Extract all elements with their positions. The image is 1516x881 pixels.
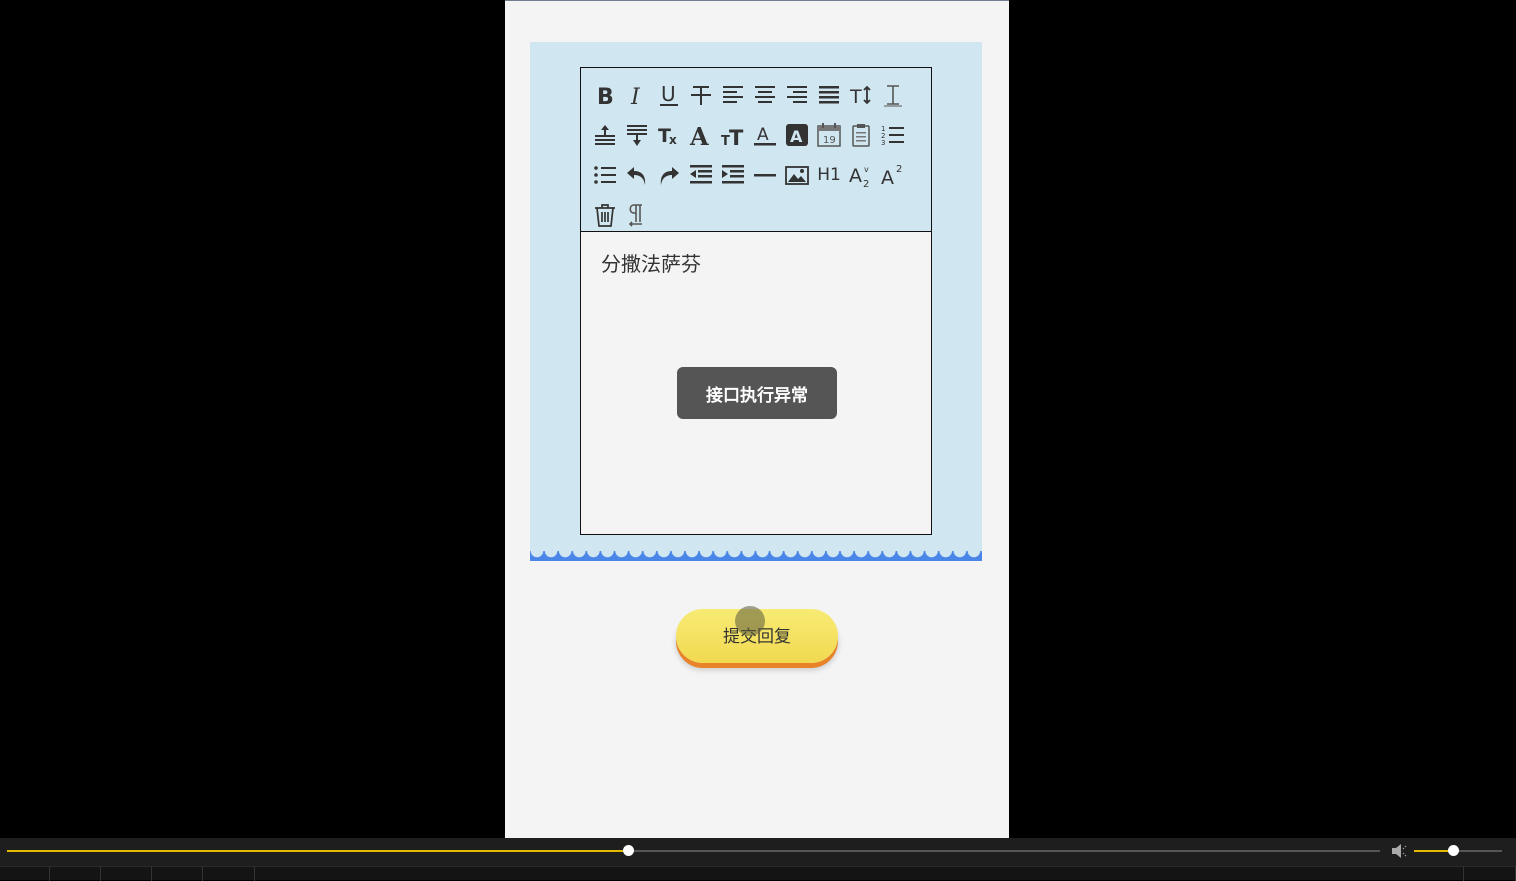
svg-text:B: B (597, 85, 614, 108)
svg-text:3: 3 (881, 139, 885, 147)
horizontal-rule-icon[interactable] (750, 159, 780, 191)
video-player-controls (0, 838, 1516, 881)
align-right-icon[interactable] (782, 79, 812, 111)
svg-text:19: 19 (823, 135, 836, 146)
trash-icon[interactable] (590, 199, 620, 231)
svg-text:A: A (881, 167, 894, 188)
font-size-icon[interactable]: T (846, 79, 876, 111)
scalloped-border (530, 551, 982, 561)
editor-panel: B I U T T x A T T A A 19 1 2 3 H1 A 2 v … (530, 42, 982, 561)
font-size-scale-icon[interactable]: TT (718, 119, 748, 151)
svg-text:I: I (630, 85, 641, 108)
bottom-toolbar-strip (0, 866, 1516, 881)
toolbar-cell[interactable] (0, 867, 50, 881)
date-icon[interactable]: 19 (814, 119, 844, 151)
toolbar-cell[interactable] (101, 867, 152, 881)
svg-text:A: A (849, 165, 862, 187)
svg-text:x: x (669, 133, 677, 147)
align-center-icon[interactable] (750, 79, 780, 111)
seek-bar[interactable] (7, 845, 1380, 856)
toolbar-cell[interactable] (203, 867, 255, 881)
paragraph-after-icon[interactable] (622, 119, 652, 151)
font-family-icon[interactable]: A (686, 119, 716, 151)
ordered-list-icon[interactable]: 123 (878, 119, 908, 151)
editor-content-text[interactable]: 分撒法萨芬 (601, 248, 701, 277)
redo-icon[interactable] (654, 159, 684, 191)
image-icon[interactable] (782, 159, 812, 191)
error-toast: 接口执行异常 (677, 367, 837, 419)
volume-thumb[interactable] (1447, 845, 1459, 856)
font-color-icon[interactable]: A (750, 119, 780, 151)
toolbar-cell[interactable] (50, 867, 101, 881)
svg-text:A: A (790, 127, 803, 146)
subscript-icon[interactable]: A2 v (846, 159, 876, 191)
svg-text:T: T (849, 86, 862, 108)
strikethrough-icon[interactable] (686, 79, 716, 111)
svg-text:U: U (661, 82, 676, 106)
toolbar-cell[interactable] (152, 867, 203, 881)
bold-icon[interactable]: B (590, 79, 620, 111)
underline-icon[interactable]: U (654, 79, 684, 111)
rich-text-editor: B I U T T x A T T A A 19 1 2 3 H1 A 2 v … (580, 67, 932, 535)
paragraph-mark-icon[interactable] (622, 199, 652, 231)
svg-text:T: T (729, 126, 744, 148)
heading-label: H1 (817, 165, 841, 185)
mobile-viewport: B I U T T x A T T A A 19 1 2 3 H1 A 2 v … (505, 0, 1009, 838)
outdent-icon[interactable] (686, 159, 716, 191)
line-height-icon[interactable] (878, 79, 908, 111)
volume-level (1414, 850, 1453, 852)
indent-icon[interactable] (718, 159, 748, 191)
undo-icon[interactable] (622, 159, 652, 191)
touch-indicator (735, 606, 765, 636)
svg-text:A: A (689, 122, 709, 148)
volume-icon[interactable] (1391, 843, 1409, 859)
align-justify-icon[interactable] (814, 79, 844, 111)
clear-format-icon[interactable]: Tx (654, 119, 684, 151)
svg-text:2: 2 (863, 179, 869, 188)
unordered-list-icon[interactable] (590, 159, 620, 191)
svg-text:2: 2 (896, 164, 902, 175)
seek-thumb[interactable] (622, 845, 634, 856)
italic-icon[interactable]: I (622, 79, 652, 111)
align-left-icon[interactable] (718, 79, 748, 111)
toolbar-cell[interactable] (1463, 867, 1516, 881)
svg-text:A: A (757, 125, 769, 145)
superscript-icon[interactable]: A2 (878, 159, 908, 191)
svg-text:v: v (864, 165, 869, 174)
volume-slider[interactable] (1414, 845, 1502, 856)
background-color-icon[interactable]: A (782, 119, 812, 151)
clipboard-icon[interactable] (846, 119, 876, 151)
heading-icon[interactable]: H1 (814, 159, 844, 191)
paragraph-before-icon[interactable] (590, 119, 620, 151)
editor-toolbar: B I U T T x A T T A A 19 1 2 3 H1 A 2 v … (581, 68, 931, 232)
seek-bar-progress (7, 850, 628, 852)
